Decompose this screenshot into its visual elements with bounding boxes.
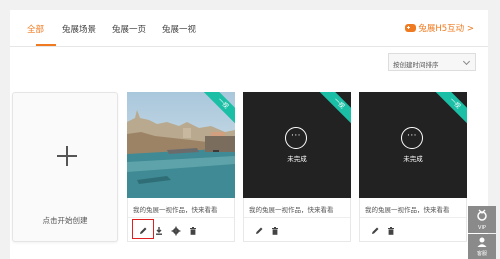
h5-promo-link[interactable]: 兔展H5互动 > — [405, 22, 474, 34]
tab-all[interactable]: 全部 — [27, 23, 44, 35]
loading-dots-icon: ··· — [285, 127, 307, 149]
vip-button[interactable]: VIP — [468, 206, 496, 233]
work-card[interactable]: 一视 ··· 未完成 我的兔展一视作品，快来看看 — [243, 92, 351, 242]
create-new-label: 点击开始创建 — [42, 216, 88, 225]
tab-video[interactable]: 兔展一视 — [162, 23, 196, 35]
type-ribbon: 一视 — [316, 92, 351, 126]
trash-icon[interactable] — [188, 226, 198, 236]
pencil-icon[interactable] — [254, 226, 264, 236]
loading-dots-icon: ··· — [401, 127, 423, 149]
chevron-down-icon — [462, 57, 471, 66]
trash-icon[interactable] — [270, 226, 280, 236]
gamepad-icon — [405, 24, 417, 32]
unfinished-label: 未完成 — [287, 155, 307, 163]
customer-service-button[interactable]: 客服 — [468, 234, 496, 259]
vip-icon — [477, 209, 487, 221]
create-new-card[interactable]: 点击开始创建 — [12, 92, 118, 242]
vip-label: VIP — [478, 225, 486, 231]
work-card[interactable]: 一视 ··· 未完成 我的兔展一视作品，快来看看 — [359, 92, 467, 242]
user-icon — [477, 237, 487, 247]
work-description: 我的兔展一视作品，快来看看 — [133, 206, 218, 214]
tab-scenes[interactable]: 兔展场景 — [62, 23, 96, 35]
sort-label: 按创建时间排序 — [393, 61, 439, 69]
work-card[interactable]: 一视 我的兔展一视作品，快来看看 — [127, 92, 235, 242]
tab-single-page[interactable]: 兔展一页 — [112, 23, 146, 35]
customer-service-label: 客服 — [476, 251, 487, 257]
work-thumbnail[interactable]: 一视 ··· 未完成 — [243, 92, 351, 198]
pencil-icon[interactable] — [370, 226, 380, 236]
promo-label: 兔展H5互动 > — [418, 24, 474, 34]
work-description: 我的兔展一视作品，快来看看 — [365, 206, 450, 214]
trash-icon[interactable] — [386, 226, 396, 236]
sort-dropdown[interactable]: 按创建时间排序 — [388, 53, 476, 71]
work-thumbnail[interactable]: 一视 ··· 未完成 — [359, 92, 467, 198]
work-thumbnail[interactable]: 一视 — [127, 92, 235, 198]
sort-bar: 按创建时间排序 — [10, 46, 488, 76]
pencil-icon[interactable] — [138, 226, 148, 236]
work-description: 我的兔展一视作品，快来看看 — [249, 206, 334, 214]
unfinished-label: 未完成 — [403, 155, 423, 163]
type-ribbon: 一视 — [432, 92, 467, 126]
download-icon[interactable] — [154, 226, 164, 236]
tab-bar: 全部 兔展场景 兔展一页 兔展一视 兔展H5互动 > — [10, 10, 488, 46]
gear-icon[interactable] — [171, 226, 181, 236]
